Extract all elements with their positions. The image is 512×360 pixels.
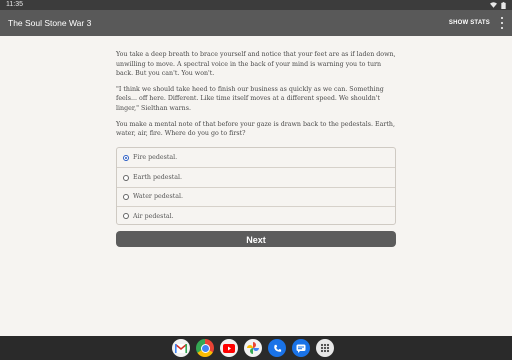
app-bar: The Soul Stone War 3 SHOW STATS [0,10,512,36]
choice-air[interactable]: Air pedestal. [117,206,395,225]
story-paragraph: "I think we should take heed to finish o… [116,85,384,112]
show-stats-button[interactable]: SHOW STATS [449,10,490,36]
battery-icon [501,1,506,9]
story-paragraph: You take a deep breath to brace yourself… [116,51,396,78]
choice-label: Earth pedestal. [133,174,182,182]
choice-label: Fire pedestal. [133,154,178,162]
app-dock [172,338,334,358]
app-title: The Soul Stone War 3 [8,18,92,28]
next-button[interactable]: Next [116,231,396,247]
status-bar: 11:35 [0,0,512,10]
phone-icon[interactable] [268,339,286,357]
status-icons [490,0,506,10]
messages-icon[interactable] [292,339,310,357]
choice-earth[interactable]: Earth pedestal. [117,167,395,186]
choice-label: Water pedestal. [133,193,183,201]
gmail-icon[interactable] [172,339,190,357]
wifi-icon [490,2,497,8]
radio-icon[interactable] [123,213,129,220]
app-drawer-icon[interactable] [316,339,334,357]
chrome-icon[interactable] [196,339,214,357]
overflow-menu-icon[interactable] [500,17,504,29]
youtube-icon[interactable] [220,339,238,357]
choice-water[interactable]: Water pedestal. [117,186,395,206]
choice-list: Fire pedestal. Earth pedestal. Water ped… [116,147,396,225]
story-text: You take a deep breath to brace yourself… [116,50,396,145]
radio-selected-icon[interactable] [123,154,129,161]
choice-label: Air pedestal. [133,212,174,220]
choice-fire[interactable]: Fire pedestal. [117,148,395,167]
radio-icon[interactable] [123,193,129,200]
story-paragraph: You make a mental note of that before yo… [116,120,395,138]
photos-icon[interactable] [244,339,262,357]
status-time: 11:35 [6,1,23,8]
radio-icon[interactable] [123,174,129,181]
